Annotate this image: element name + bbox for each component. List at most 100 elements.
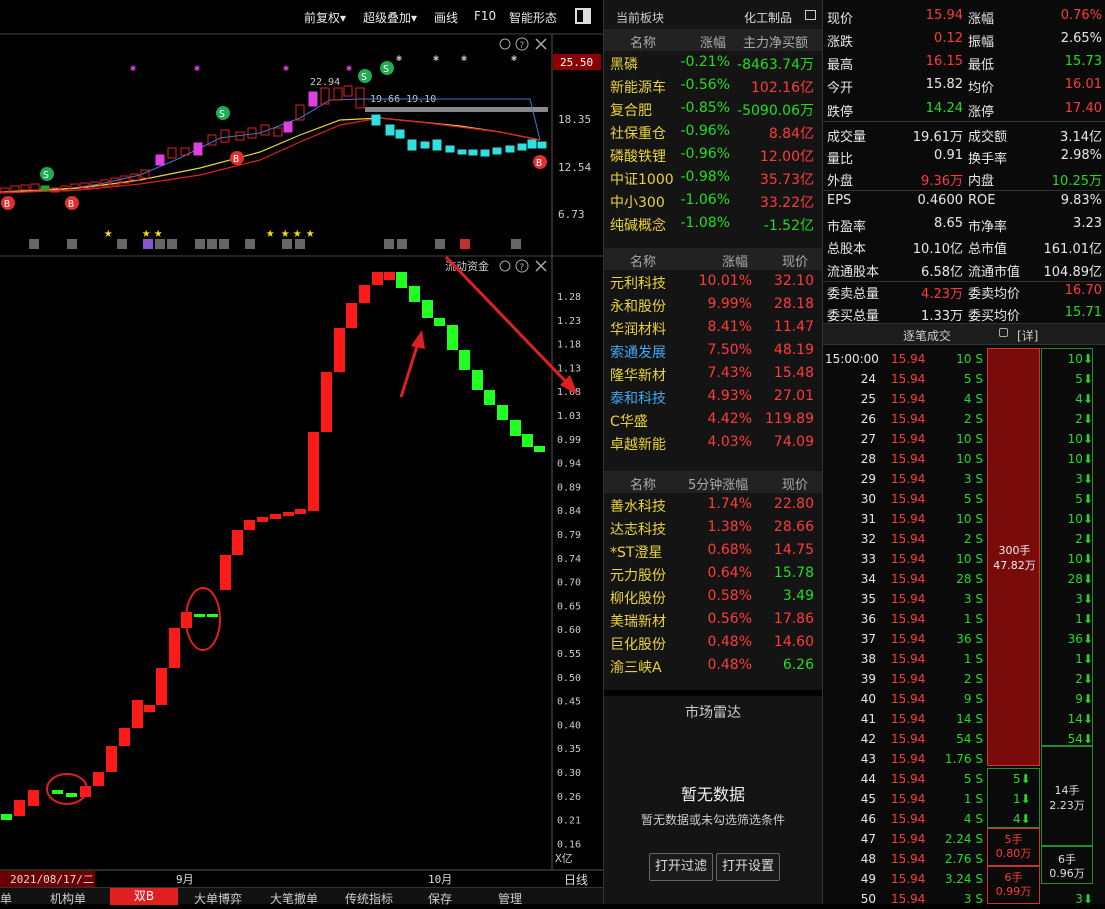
flow-y-tick: 0.40 bbox=[557, 720, 581, 731]
open-settings-button[interactable]: 打开设置 bbox=[716, 853, 780, 881]
tick-time: 44 bbox=[860, 772, 876, 786]
tick-volume: 5 S bbox=[963, 492, 983, 506]
sector-row[interactable]: 中小300 -1.06% 33.22亿 bbox=[604, 190, 822, 213]
quote-value: 15.82 bbox=[925, 77, 963, 92]
related-row[interactable]: 索通发展 7.50% 48.19 bbox=[604, 340, 822, 363]
flow-brick bbox=[334, 328, 345, 372]
detail-link[interactable]: [详] bbox=[1017, 327, 1038, 344]
sector-row[interactable]: 社保重仓 -0.96% 8.84亿 bbox=[604, 121, 822, 144]
related-row[interactable]: 华润材料 8.41% 11.47 bbox=[604, 317, 822, 340]
svg-text:S: S bbox=[43, 170, 49, 181]
quote-value: 8.65 bbox=[934, 216, 963, 231]
related-row[interactable]: 隆华新材 7.43% 15.48 bbox=[604, 363, 822, 386]
speed-row[interactable]: *ST澄星 0.68% 14.75 bbox=[604, 540, 822, 563]
flow-brick bbox=[244, 520, 255, 530]
flow-y-tick: 0.50 bbox=[557, 673, 581, 684]
quote-value: 9.36万 bbox=[921, 174, 963, 189]
sector-row[interactable]: 磷酸铁锂 -0.96% 12.00亿 bbox=[604, 144, 822, 167]
tab-double-b[interactable]: 双B bbox=[110, 888, 178, 905]
event-tag-icon bbox=[435, 239, 445, 249]
speed-row[interactable]: 美瑞新材 0.56% 17.86 bbox=[604, 609, 822, 632]
related-row[interactable]: 元利科技 10.01% 32.10 bbox=[604, 271, 822, 294]
speed-row[interactable]: 渝三峡A 0.48% 6.26 bbox=[604, 655, 822, 678]
event-tag-icon bbox=[460, 239, 470, 249]
tick-volume: 10 S bbox=[956, 512, 983, 526]
kline-y-tick: 18.35 bbox=[558, 113, 591, 126]
speed-row[interactable]: 善水科技 1.74% 22.80 bbox=[604, 494, 822, 517]
sector-row[interactable]: 黑磷 -0.21% -8463.74万 bbox=[604, 52, 822, 75]
mini-box bbox=[987, 768, 1040, 828]
related-row[interactable]: C华盛 4.42% 119.89 bbox=[604, 409, 822, 432]
window-icon[interactable] bbox=[805, 10, 816, 20]
mark-icon: ✱ bbox=[283, 63, 289, 74]
quote-label: 委卖均价 bbox=[968, 287, 1021, 302]
sector-row[interactable]: 纯碱概念 -1.08% -1.52亿 bbox=[604, 213, 822, 236]
tick-row: 32 15.94 2 S bbox=[823, 529, 991, 549]
tick-volume: 1 S bbox=[963, 652, 983, 666]
quote-label: 最高 bbox=[827, 58, 854, 73]
event-tag-icon bbox=[245, 239, 255, 249]
flow-brick bbox=[283, 512, 294, 516]
flow-brick bbox=[409, 286, 420, 302]
speed-row[interactable]: 元力股份 0.64% 15.78 bbox=[604, 563, 822, 586]
stock-name: C华盛 bbox=[610, 414, 648, 430]
tick-row: 42 15.94 54 S bbox=[823, 729, 991, 749]
tick-price: 15.94 bbox=[891, 572, 926, 586]
flow-y-tick: 0.79 bbox=[557, 530, 581, 541]
speed-row[interactable]: 巨化股份 0.48% 14.60 bbox=[604, 632, 822, 655]
quote-row: 今开 15.82 均价 16.01 bbox=[823, 74, 1105, 96]
open-filter-button[interactable]: 打开过滤 bbox=[649, 853, 713, 881]
kline-panel[interactable]: ? 25.50 18.35 12.54 6.73 22.94 19.66-19.… bbox=[0, 0, 603, 904]
speed-row[interactable]: 柳化股份 0.58% 3.49 bbox=[604, 586, 822, 609]
flow-y-tick: 0.30 bbox=[557, 768, 581, 779]
sector-table-header: 名称 涨幅 主力净买额 bbox=[604, 29, 822, 51]
close-icon[interactable] bbox=[535, 38, 547, 50]
sector-name[interactable]: 化工制品 bbox=[744, 9, 792, 26]
quote-value: 2.65% bbox=[1060, 31, 1102, 46]
quote-value: 19.61万 bbox=[912, 130, 963, 145]
sector-row[interactable]: 新能源车 -0.56% 102.16亿 bbox=[604, 75, 822, 98]
sector-row[interactable]: 复合肥 -0.85% -5090.06万 bbox=[604, 98, 822, 121]
flow-close-icon[interactable] bbox=[535, 260, 547, 272]
quote-label: 均价 bbox=[968, 81, 995, 96]
flow-y-tick: 0.70 bbox=[557, 578, 581, 589]
settings-icon[interactable] bbox=[499, 38, 511, 50]
event-tag-icon bbox=[207, 239, 217, 249]
tick-price: 15.94 bbox=[891, 612, 926, 626]
pct-change: 7.50% bbox=[707, 342, 752, 358]
flow-settings-icon[interactable] bbox=[499, 260, 511, 272]
lock-icon[interactable] bbox=[999, 328, 1008, 337]
event-tag-icon bbox=[397, 239, 407, 249]
related-row[interactable]: 泰和科技 4.93% 27.01 bbox=[604, 386, 822, 409]
tick-row: 39 15.94 2 S bbox=[823, 669, 991, 689]
candle bbox=[308, 91, 318, 107]
tick-row: 15:00:00 15.94 10 S bbox=[823, 349, 991, 369]
price: 17.86 bbox=[773, 611, 814, 627]
period-label[interactable]: 日线 bbox=[564, 873, 588, 887]
tick-time: 34 bbox=[860, 572, 876, 586]
quote-value: 4.23万 bbox=[921, 287, 963, 302]
candle bbox=[371, 114, 381, 126]
candle bbox=[527, 139, 537, 149]
related-row[interactable]: 卓越新能 4.03% 74.09 bbox=[604, 432, 822, 455]
quote-row: 最高 16.15 最低 15.73 bbox=[823, 51, 1105, 73]
price: 22.80 bbox=[773, 496, 814, 512]
flow-brick bbox=[372, 272, 383, 285]
pct-change: 1.38% bbox=[707, 519, 752, 535]
candle bbox=[155, 154, 165, 166]
quote-label: 涨停 bbox=[968, 105, 995, 120]
tick-price: 15.94 bbox=[891, 372, 926, 386]
quote-row: 外盘 9.36万 内盘 10.25万 bbox=[823, 167, 1105, 189]
candle bbox=[343, 85, 353, 97]
tick-row: 46 15.94 4 S bbox=[823, 809, 991, 829]
sector-row[interactable]: 中证1000 -0.98% 35.73亿 bbox=[604, 167, 822, 190]
related-row[interactable]: 永和股份 9.99% 28.18 bbox=[604, 294, 822, 317]
tick-price: 15.94 bbox=[891, 792, 926, 806]
chart-area[interactable]: 前复权▾ 超级叠加▾ 画线 F10 智能形态 ? 25.50 18.35 12.… bbox=[0, 0, 603, 906]
stock-name: 柳化股份 bbox=[610, 591, 666, 607]
flow-y-tick: 0.16 bbox=[557, 839, 581, 850]
buy-column bbox=[1041, 348, 1093, 746]
quote-value: 0.4600 bbox=[917, 193, 964, 208]
speed-row[interactable]: 达志科技 1.38% 28.66 bbox=[604, 517, 822, 540]
kline-y-tick: 12.54 bbox=[558, 161, 591, 174]
